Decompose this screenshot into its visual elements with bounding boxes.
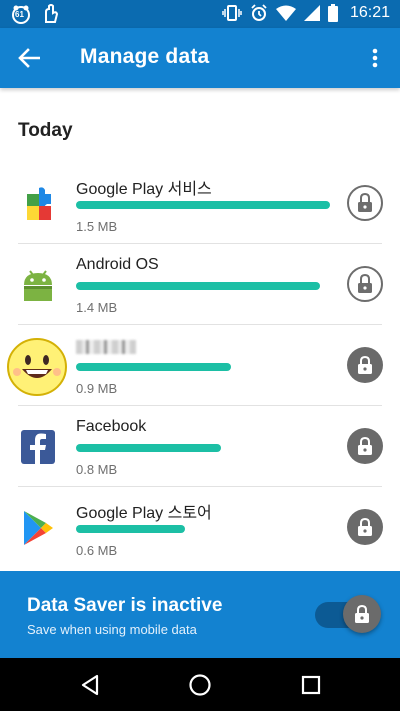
data-saver-toggle[interactable] [315, 595, 383, 633]
badge-count: 61 [15, 10, 24, 19]
app-size: 1.5 MB [76, 219, 118, 234]
app-size: 0.9 MB [76, 381, 118, 396]
recents-nav-icon [301, 675, 321, 695]
more-vert-icon [372, 48, 378, 68]
usage-bar [76, 201, 330, 209]
app-size: 1.4 MB [76, 300, 118, 315]
lock-toggle-button[interactable] [347, 185, 383, 221]
usage-bar [76, 282, 320, 290]
wifi-icon [275, 5, 296, 21]
data-saver-subtitle: Save when using mobile data [27, 622, 197, 637]
usage-track [76, 282, 330, 290]
signal-icon [303, 5, 320, 21]
app-bar: Manage data [0, 28, 400, 88]
app-name: Google Play 서비스 [76, 181, 212, 198]
page-title: Manage data [80, 45, 210, 68]
arrow-back-icon [18, 48, 40, 68]
lock-closed-icon [358, 517, 372, 536]
status-bar: 61 16:21 [0, 0, 400, 28]
usage-track [76, 444, 330, 452]
lock-closed-icon [358, 355, 372, 374]
lock-closed-icon [355, 604, 369, 623]
download-hand-icon [42, 4, 60, 24]
usage-bar [76, 363, 231, 371]
section-title: Today [18, 120, 73, 141]
smiley-app-icon [6, 335, 68, 397]
lock-toggle-button[interactable] [347, 347, 383, 383]
usage-bar [76, 525, 186, 533]
back-nav-icon [81, 674, 99, 696]
home-nav-icon [189, 674, 211, 696]
usage-bar [76, 444, 221, 452]
google-play-services-icon [18, 184, 58, 224]
usage-track [76, 201, 330, 209]
lock-toggle-button[interactable] [347, 266, 383, 302]
android-icon [18, 265, 58, 305]
app-name: Android OS [76, 256, 159, 273]
lock-open-icon [358, 193, 372, 212]
usage-track [76, 363, 330, 371]
app-row[interactable]: Android OS 1.4 MB [0, 244, 400, 325]
app-name: Google Play 스토어 [76, 505, 212, 522]
lock-toggle-button[interactable] [347, 428, 383, 464]
app-row[interactable]: Google Play 서비스 1.5 MB [0, 163, 400, 244]
back-button[interactable] [12, 41, 46, 75]
clock: 16:21 [349, 4, 390, 21]
more-options-button[interactable] [360, 41, 390, 75]
battery-icon [327, 4, 338, 22]
app-name-obscured [76, 337, 136, 359]
alarm-icon [250, 4, 268, 22]
usage-track [76, 525, 330, 533]
lock-closed-icon [358, 436, 372, 455]
app-row[interactable]: Facebook 0.8 MB [0, 406, 400, 487]
app-size: 0.8 MB [76, 462, 118, 477]
toggle-thumb[interactable] [343, 595, 381, 633]
app-size: 0.6 MB [76, 543, 118, 558]
google-play-store-icon [18, 508, 58, 548]
notification-badge-icon: 61 [10, 4, 32, 24]
blurred-text [76, 340, 136, 354]
data-saver-panel: Data Saver is inactive Save when using m… [0, 571, 400, 658]
lock-toggle-button[interactable] [347, 509, 383, 545]
vibrate-icon [222, 4, 242, 22]
app-name: Facebook [76, 418, 147, 435]
nav-back-button[interactable] [76, 671, 104, 699]
app-row[interactable]: 0.9 MB [0, 325, 400, 406]
lock-open-icon [358, 274, 372, 293]
system-nav-bar [0, 658, 400, 711]
data-saver-title: Data Saver is inactive [27, 595, 223, 616]
nav-recents-button[interactable] [297, 671, 325, 699]
app-row[interactable]: Google Play 스토어 0.6 MB [0, 487, 400, 568]
facebook-icon [18, 427, 58, 467]
nav-home-button[interactable] [186, 671, 214, 699]
